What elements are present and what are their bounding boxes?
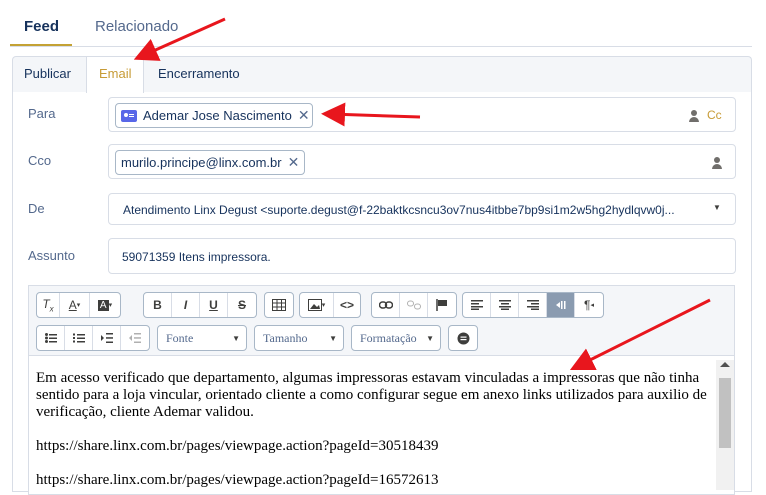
annotation-arrow-body [569,298,711,371]
annotation-arrows [133,17,711,371]
annotation-arrow-email-tab [133,17,226,61]
annotation-arrow-recipient [321,102,421,127]
